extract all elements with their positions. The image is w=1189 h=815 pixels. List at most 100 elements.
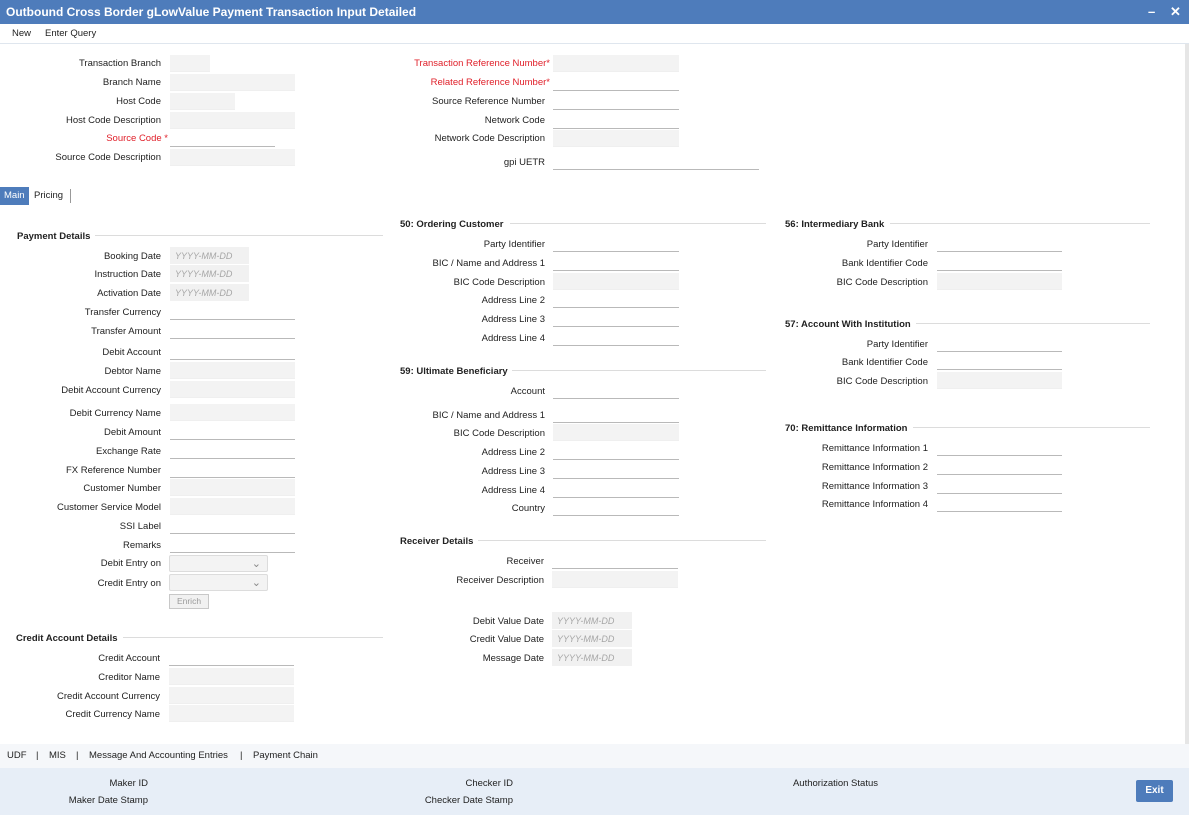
enrich-button[interactable]: Enrich bbox=[169, 594, 209, 609]
checker-date-stamp-label: Checker Date Stamp bbox=[424, 795, 513, 806]
activation-date-field[interactable]: YYYY-MM-DD bbox=[170, 284, 249, 301]
transfer-amount-label: Transfer Amount bbox=[91, 326, 161, 337]
awi-party-identifier-field[interactable] bbox=[937, 335, 1062, 352]
customer-number-field[interactable] bbox=[170, 479, 295, 496]
debit-account-field[interactable] bbox=[170, 343, 295, 360]
credit-account-field[interactable] bbox=[169, 649, 294, 666]
network-code-description-label: Network Code Description bbox=[434, 133, 545, 144]
debit-amount-field[interactable] bbox=[170, 423, 295, 440]
remittance-info4-field[interactable] bbox=[937, 495, 1062, 512]
booking-date-field[interactable]: YYYY-MM-DD bbox=[170, 247, 249, 264]
ub-bic-name-address1-field[interactable] bbox=[553, 406, 679, 423]
source-code-description-field[interactable] bbox=[170, 149, 295, 166]
section-divider bbox=[478, 540, 766, 541]
credit-account-currency-field[interactable] bbox=[169, 687, 294, 704]
bottom-link-bar: UDF | MIS | Message And Accounting Entri… bbox=[0, 744, 1189, 768]
source-reference-number-label: Source Reference Number bbox=[432, 96, 545, 107]
ssi-label-field[interactable] bbox=[170, 517, 295, 534]
message-date-label: Message Date bbox=[482, 653, 544, 664]
credit-entry-on-select[interactable]: ⌄ bbox=[169, 574, 268, 591]
tab-bar: Main Pricing bbox=[0, 187, 1189, 205]
message-date-field[interactable]: YYYY-MM-DD bbox=[552, 649, 632, 666]
message-accounting-entries-link[interactable]: Message And Accounting Entries bbox=[89, 750, 228, 761]
close-icon[interactable]: ✕ bbox=[1170, 4, 1181, 20]
ub-bic-code-description-field[interactable] bbox=[553, 424, 679, 441]
host-code-description-label: Host Code Description bbox=[65, 115, 161, 126]
credit-account-label: Credit Account bbox=[98, 653, 160, 664]
ub-country-field[interactable] bbox=[553, 499, 679, 516]
section-divider bbox=[913, 427, 1150, 428]
transaction-reference-number-field[interactable] bbox=[553, 55, 679, 72]
remarks-field[interactable] bbox=[170, 536, 295, 553]
credit-currency-name-field[interactable] bbox=[169, 705, 294, 722]
creditor-name-field[interactable] bbox=[169, 668, 294, 685]
scrollbar[interactable] bbox=[1185, 44, 1189, 744]
exchange-rate-field[interactable] bbox=[170, 442, 295, 459]
source-code-field[interactable] bbox=[170, 130, 275, 147]
tab-main[interactable]: Main bbox=[0, 187, 29, 205]
debit-currency-name-field[interactable] bbox=[170, 404, 295, 421]
oc-bic-name-address1-field[interactable] bbox=[553, 254, 679, 271]
gpi-uetr-field[interactable] bbox=[553, 153, 759, 170]
customer-service-model-label: Customer Service Model bbox=[56, 502, 161, 513]
receiver-field[interactable] bbox=[552, 552, 678, 569]
mis-link[interactable]: MIS bbox=[49, 750, 66, 761]
receiver-description-field[interactable] bbox=[552, 571, 678, 588]
ub-address-line2-field[interactable] bbox=[553, 443, 679, 460]
menu-enter-query[interactable]: Enter Query bbox=[45, 28, 96, 39]
oc-bic-code-description-field[interactable] bbox=[553, 273, 679, 290]
payment-chain-link[interactable]: Payment Chain bbox=[253, 750, 318, 761]
network-code-label: Network Code bbox=[484, 115, 545, 126]
oc-address-line4-field[interactable] bbox=[553, 329, 679, 346]
oc-address-line3-field[interactable] bbox=[553, 310, 679, 327]
oc-party-identifier-field[interactable] bbox=[553, 235, 679, 252]
transaction-branch-field[interactable] bbox=[170, 55, 210, 72]
host-code-field[interactable] bbox=[170, 93, 235, 110]
credit-entry-on-label: Credit Entry on bbox=[97, 578, 161, 589]
udf-link[interactable]: UDF bbox=[7, 750, 27, 761]
network-code-description-field[interactable] bbox=[553, 130, 679, 147]
fx-reference-number-field[interactable] bbox=[170, 461, 295, 478]
transfer-amount-field[interactable] bbox=[170, 322, 295, 339]
ib-bic-code-description-field[interactable] bbox=[937, 273, 1062, 290]
remittance-info2-field[interactable] bbox=[937, 458, 1062, 475]
ub-address-line3-label: Address Line 3 bbox=[481, 466, 545, 477]
debit-value-date-field[interactable]: YYYY-MM-DD bbox=[552, 612, 632, 629]
gpi-uetr-label: gpi UETR bbox=[503, 157, 545, 168]
ub-address-line3-field[interactable] bbox=[553, 462, 679, 479]
host-code-description-field[interactable] bbox=[170, 112, 295, 129]
debit-amount-label: Debit Amount bbox=[103, 427, 161, 438]
menu-new[interactable]: New bbox=[12, 28, 31, 39]
exit-button[interactable]: Exit bbox=[1136, 780, 1173, 802]
ib-bank-identifier-code-field[interactable] bbox=[937, 254, 1062, 271]
source-code-label: Source Code * bbox=[106, 133, 168, 144]
awi-bic-code-description-field[interactable] bbox=[937, 372, 1062, 389]
source-reference-number-field[interactable] bbox=[553, 93, 679, 110]
remittance-info1-label: Remittance Information 1 bbox=[821, 443, 928, 454]
ib-party-identifier-field[interactable] bbox=[937, 235, 1062, 252]
remittance-info3-field[interactable] bbox=[937, 477, 1062, 494]
oc-address-line2-field[interactable] bbox=[553, 291, 679, 308]
customer-service-model-field[interactable] bbox=[170, 498, 295, 515]
debtor-name-field[interactable] bbox=[170, 362, 295, 379]
branch-name-field[interactable] bbox=[170, 74, 295, 91]
tab-pricing[interactable]: Pricing bbox=[30, 187, 67, 205]
related-reference-number-field[interactable] bbox=[553, 74, 679, 91]
fx-reference-number-label: FX Reference Number bbox=[65, 465, 161, 476]
awi-bank-identifier-code-field[interactable] bbox=[937, 353, 1062, 370]
debit-entry-on-select[interactable]: ⌄ bbox=[169, 555, 268, 572]
ub-address-line4-field[interactable] bbox=[553, 481, 679, 498]
transfer-currency-field[interactable] bbox=[170, 303, 295, 320]
activation-date-label: Activation Date bbox=[97, 288, 161, 299]
ib-bank-identifier-code-label: Bank Identifier Code bbox=[841, 258, 928, 269]
remittance-info1-field[interactable] bbox=[937, 439, 1062, 456]
ub-account-field[interactable] bbox=[553, 382, 679, 399]
minimize-icon[interactable]: – bbox=[1148, 4, 1155, 19]
window-title: Outbound Cross Border gLowValue Payment … bbox=[6, 5, 417, 19]
branch-name-label: Branch Name bbox=[102, 77, 161, 88]
network-code-field[interactable] bbox=[553, 112, 679, 129]
maker-id-label: Maker ID bbox=[109, 778, 148, 789]
credit-value-date-field[interactable]: YYYY-MM-DD bbox=[552, 630, 632, 647]
instruction-date-field[interactable]: YYYY-MM-DD bbox=[170, 265, 249, 282]
debit-account-currency-field[interactable] bbox=[170, 381, 295, 398]
